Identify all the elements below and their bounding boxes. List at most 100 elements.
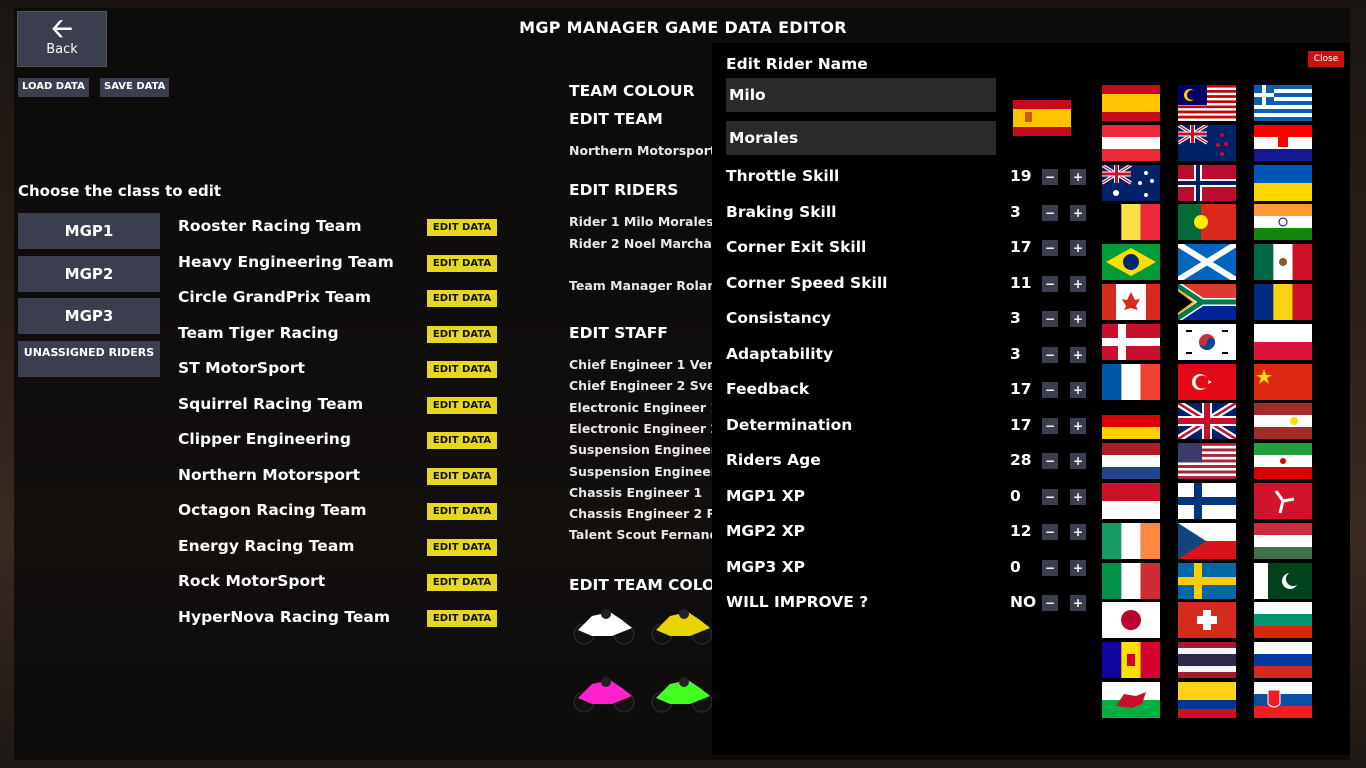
edit-data-button[interactable]: EDIT DATA (427, 538, 497, 556)
staff-link[interactable]: Suspension Engineer (569, 464, 717, 479)
turkey-flag-icon[interactable] (1178, 363, 1236, 400)
czech-flag-icon[interactable] (1178, 522, 1236, 559)
increase-button[interactable]: + (1070, 204, 1086, 221)
close-button[interactable]: Close (1308, 51, 1344, 67)
united-kingdom-flag-icon[interactable] (1178, 403, 1236, 440)
edit-data-button[interactable]: EDIT DATA (427, 325, 497, 343)
class-mgp3-button[interactable]: MGP3 (18, 298, 160, 334)
save-data-button[interactable]: SAVE DATA (100, 78, 170, 97)
australia-flag-icon[interactable] (1102, 164, 1160, 201)
south-korea-flag-icon[interactable] (1178, 323, 1236, 360)
decrease-button[interactable]: − (1042, 488, 1058, 505)
belgium-flag-icon[interactable] (1102, 204, 1160, 241)
edit-data-button[interactable]: EDIT DATA (427, 467, 497, 485)
class-mgp1-button[interactable]: MGP1 (18, 213, 160, 249)
russia-flag-icon[interactable] (1254, 642, 1312, 679)
croatia-flag-icon[interactable] (1254, 124, 1312, 161)
staff-link[interactable]: Talent Scout Fernando (569, 527, 727, 542)
canada-flag-icon[interactable] (1102, 284, 1160, 320)
bulgaria-flag-icon[interactable] (1254, 602, 1312, 639)
decrease-button[interactable]: − (1042, 417, 1058, 434)
class-mgp2-button[interactable]: MGP2 (18, 256, 160, 292)
edit-data-button[interactable]: EDIT DATA (427, 574, 497, 591)
team-name-text[interactable]: Northern Motorsport (569, 143, 716, 158)
portugal-flag-icon[interactable] (1178, 204, 1236, 241)
rider-1-link[interactable]: Rider 1 Milo Morales (569, 214, 714, 229)
bike-colour-option[interactable] (572, 606, 638, 646)
decrease-button[interactable]: − (1042, 346, 1058, 363)
mexico-flag-icon[interactable] (1254, 244, 1312, 281)
decrease-button[interactable]: − (1042, 453, 1058, 469)
team-manager-link[interactable]: Team Manager Roland (569, 278, 725, 293)
decrease-button[interactable]: − (1042, 169, 1058, 185)
edit-data-button[interactable]: EDIT DATA (427, 396, 497, 414)
austria-flag-icon[interactable] (1102, 124, 1160, 161)
greece-flag-icon[interactable] (1254, 85, 1312, 121)
increase-button[interactable]: + (1070, 417, 1086, 434)
edit-data-button[interactable]: EDIT DATA (427, 254, 497, 272)
south-africa-flag-icon[interactable] (1178, 284, 1236, 320)
first-name-input[interactable] (726, 78, 996, 112)
japan-flag-icon[interactable] (1102, 602, 1160, 639)
china-flag-icon[interactable] (1254, 363, 1312, 400)
edit-data-button[interactable]: EDIT DATA (427, 609, 497, 627)
increase-button[interactable]: + (1070, 595, 1086, 611)
edit-data-button[interactable]: EDIT DATA (427, 290, 497, 307)
netherlands-flag-icon[interactable] (1102, 443, 1160, 480)
increase-button[interactable]: + (1070, 559, 1086, 576)
decrease-button[interactable]: − (1042, 595, 1058, 611)
increase-button[interactable]: + (1070, 453, 1086, 469)
increase-button[interactable]: + (1070, 275, 1086, 292)
indonesia-flag-icon[interactable] (1102, 483, 1160, 519)
isle-of-man-flag-icon[interactable] (1254, 483, 1312, 519)
bike-colour-option[interactable] (650, 606, 716, 646)
increase-button[interactable]: + (1070, 346, 1086, 363)
ireland-flag-icon[interactable] (1102, 522, 1160, 559)
edit-data-button[interactable]: EDIT DATA (427, 503, 497, 520)
brazil-flag-icon[interactable] (1102, 244, 1160, 281)
romania-flag-icon[interactable] (1254, 284, 1312, 320)
increase-button[interactable]: + (1070, 240, 1086, 256)
denmark-flag-icon[interactable] (1102, 323, 1160, 360)
decrease-button[interactable]: − (1042, 204, 1058, 221)
wales-flag-icon[interactable] (1102, 682, 1160, 718)
thailand-flag-icon[interactable] (1178, 642, 1236, 679)
increase-button[interactable]: + (1070, 382, 1086, 398)
rider-2-link[interactable]: Rider 2 Noel Marchand (569, 236, 730, 251)
increase-button[interactable]: + (1070, 169, 1086, 185)
decrease-button[interactable]: − (1042, 559, 1058, 576)
scotland-flag-icon[interactable] (1178, 244, 1236, 281)
usa-flag-icon[interactable] (1178, 443, 1236, 480)
poland-flag-icon[interactable] (1254, 323, 1312, 360)
pakistan-flag-icon[interactable] (1254, 562, 1312, 599)
decrease-button[interactable]: − (1042, 311, 1058, 327)
andorra-flag-icon[interactable] (1102, 642, 1160, 679)
vatican-flag-icon[interactable] (1254, 403, 1312, 440)
india-flag-icon[interactable] (1254, 204, 1312, 241)
increase-button[interactable]: + (1070, 488, 1086, 505)
colombia-flag-icon[interactable] (1178, 682, 1236, 718)
slovakia-flag-icon[interactable] (1254, 682, 1312, 718)
class-unassigned-button[interactable]: UNASSIGNED RIDERS (18, 341, 160, 377)
staff-link[interactable]: Chief Engineer 2 Sven (569, 378, 724, 393)
italy-flag-icon[interactable] (1102, 562, 1160, 599)
france-flag-icon[interactable] (1102, 363, 1160, 400)
norway-flag-icon[interactable] (1178, 164, 1236, 201)
finland-flag-icon[interactable] (1178, 483, 1236, 519)
load-data-button[interactable]: LOAD DATA (18, 78, 89, 97)
edit-data-button[interactable]: EDIT DATA (427, 432, 497, 449)
last-name-input[interactable] (726, 121, 996, 155)
staff-link[interactable]: Chassis Engineer 1 (569, 485, 702, 500)
iran-flag-icon[interactable] (1254, 443, 1312, 480)
increase-button[interactable]: + (1070, 311, 1086, 327)
decrease-button[interactable]: − (1042, 275, 1058, 292)
edit-data-button[interactable]: EDIT DATA (427, 361, 497, 378)
bike-colour-option[interactable] (650, 674, 716, 714)
bike-colour-option[interactable] (572, 674, 638, 714)
sweden-flag-icon[interactable] (1178, 562, 1236, 599)
edit-data-button[interactable]: EDIT DATA (427, 219, 497, 236)
staff-link[interactable]: Electronic Engineer 2 (569, 421, 719, 436)
ukraine-flag-icon[interactable] (1254, 164, 1312, 201)
decrease-button[interactable]: − (1042, 382, 1058, 398)
malaysia-flag-icon[interactable] (1178, 85, 1236, 121)
